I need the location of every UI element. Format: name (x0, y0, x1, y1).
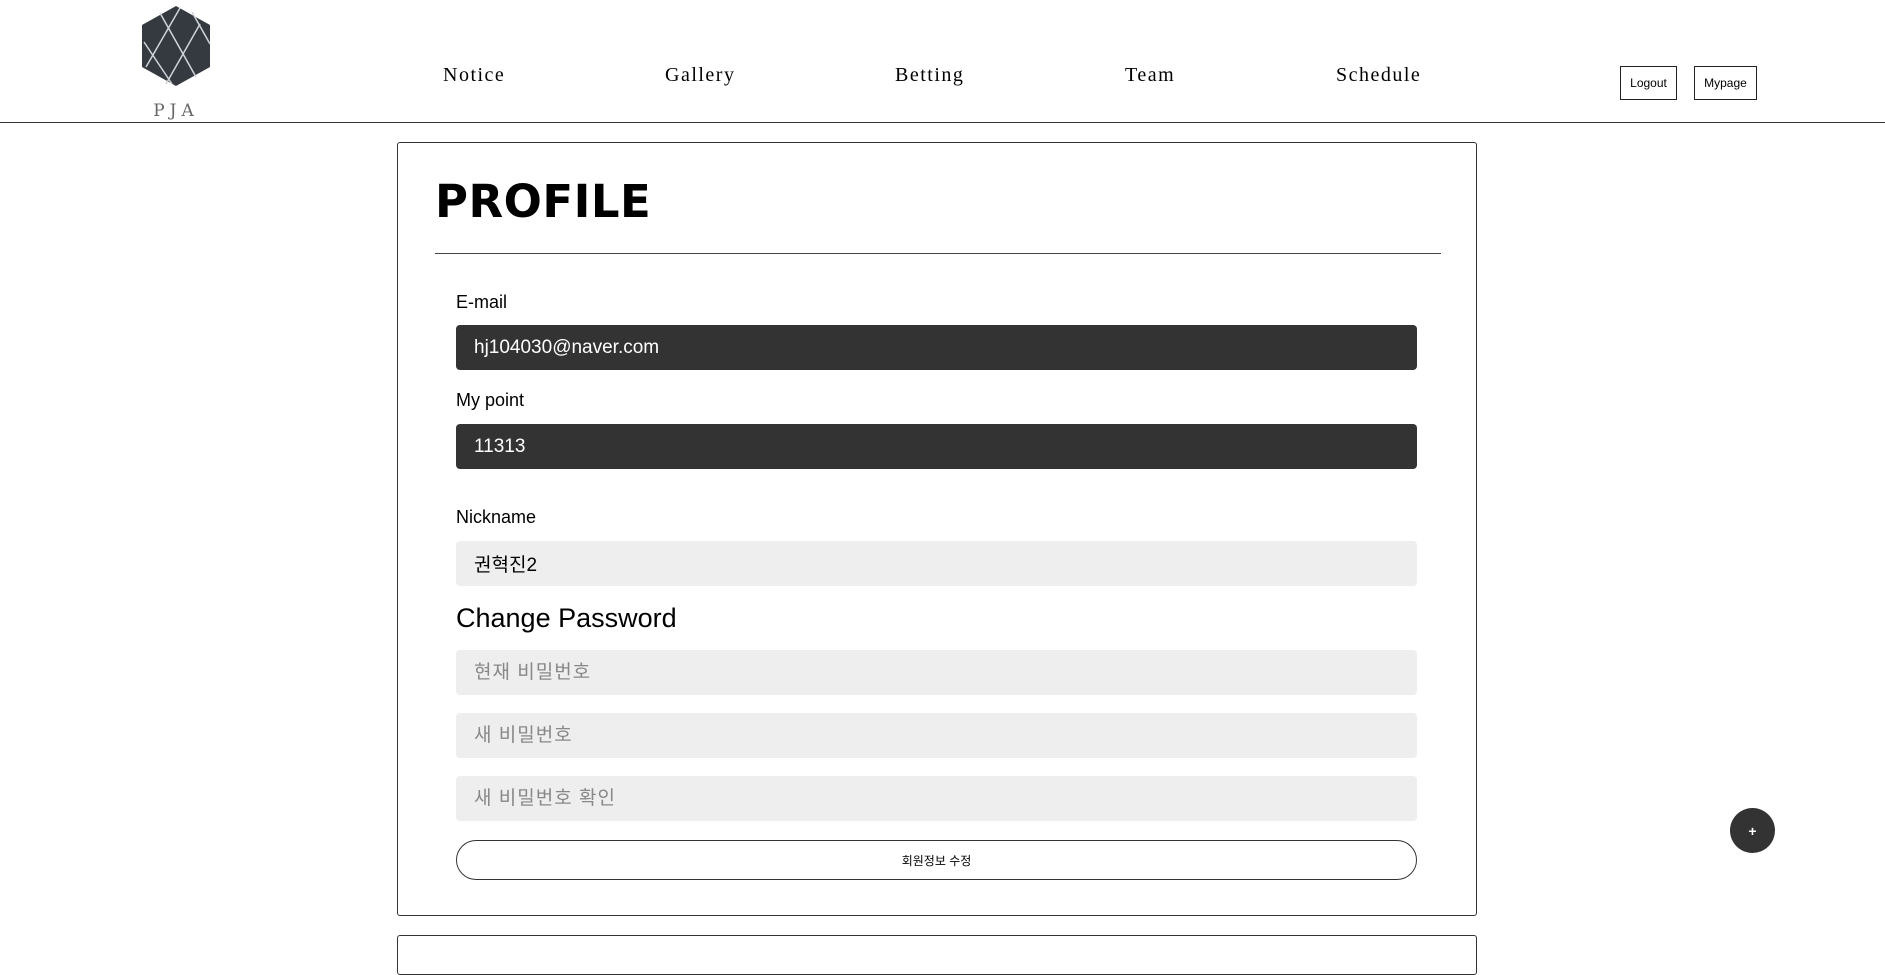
email-field: hj104030@naver.com (456, 325, 1417, 370)
nickname-input[interactable] (474, 552, 1417, 575)
secondary-card (397, 935, 1477, 975)
logout-button[interactable]: Logout (1620, 66, 1677, 100)
current-password-input[interactable] (474, 661, 1417, 684)
logo[interactable]: PJA (138, 4, 214, 122)
nav-notice[interactable]: Notice (443, 64, 505, 87)
point-field: 11313 (456, 424, 1417, 469)
nav-schedule[interactable]: Schedule (1336, 64, 1421, 87)
nav-betting[interactable]: Betting (895, 64, 964, 87)
nav-team[interactable]: Team (1125, 64, 1175, 87)
confirm-password-field[interactable] (456, 776, 1417, 821)
title-divider (435, 253, 1441, 254)
new-password-field[interactable] (456, 713, 1417, 758)
current-password-field[interactable] (456, 650, 1417, 695)
hexagon-logo-icon (142, 6, 211, 86)
email-label: E-mail (456, 292, 508, 312)
point-label: My point (456, 390, 525, 410)
nickname-label: Nickname (456, 507, 537, 527)
logo-text: PJA (153, 101, 199, 121)
profile-card: PROFILE E-mail hj104030@naver.com My poi… (397, 142, 1477, 916)
change-password-heading: Change Password (456, 603, 677, 633)
nickname-field[interactable] (456, 541, 1417, 586)
confirm-password-input[interactable] (474, 787, 1417, 810)
update-profile-button[interactable]: 회원정보 수정 (456, 840, 1417, 880)
mypage-button[interactable]: Mypage (1694, 66, 1757, 100)
site-header: PJA Notice Gallery Betting Team Schedule… (0, 0, 1885, 123)
new-password-input[interactable] (474, 724, 1417, 747)
nav-gallery[interactable]: Gallery (665, 64, 735, 87)
page-title: PROFILE (435, 175, 652, 228)
floating-add-button[interactable]: + (1730, 808, 1775, 853)
